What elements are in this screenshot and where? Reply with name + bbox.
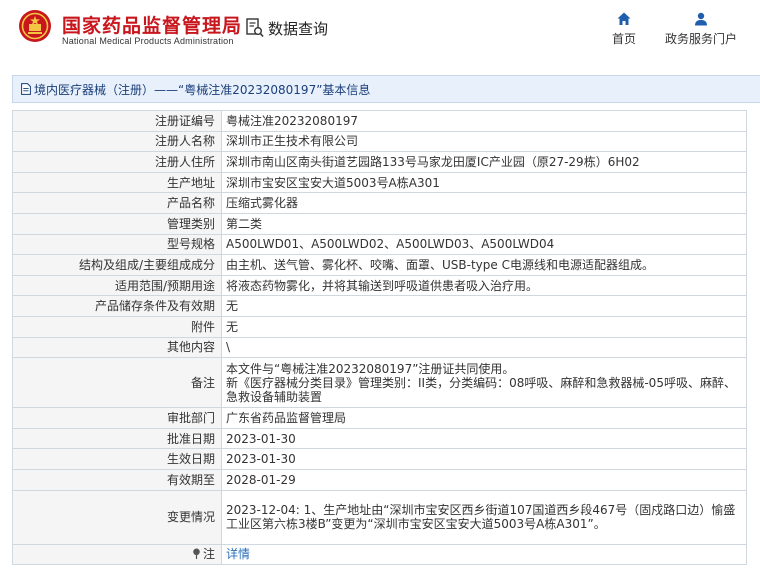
remark-line: 急救设备辅助装置 xyxy=(226,389,323,404)
table-row-remark: 备注 本文件与“粤械注准20232080197”注册证共同使用。 新《医疗器械分… xyxy=(12,357,747,409)
table-row: 生效日期 2023-01-30 xyxy=(12,448,747,470)
field-value: 深圳市宝安区宝安大道5003号A栋A301 xyxy=(221,171,747,194)
table-row: 管理类别 第二类 xyxy=(12,212,747,235)
nav-home-label: 首页 xyxy=(611,32,636,46)
remark-line: 新《医疗器械分类目录》管理类别：II类，分类编码：08呼吸、麻醉和急救器械-05… xyxy=(226,375,736,390)
note-label: 注 xyxy=(202,547,215,562)
table-row: 审批部门 广东省药品监督管理局 xyxy=(12,407,747,429)
field-label: 结构及组成/主要组成成分 xyxy=(12,254,222,276)
home-icon xyxy=(617,12,631,25)
field-label: 产品储存条件及有效期 xyxy=(12,295,222,317)
change-line: 工业区第六栋3楼B”变更为“深圳市宝安区宝安大道5003号A栋A301”。 xyxy=(226,517,606,531)
field-value: 压缩式雾化器 xyxy=(221,192,747,214)
nav-service-portal-label: 政务服务门户 xyxy=(664,32,737,46)
table-row: 注册人名称 深圳市正生技术有限公司 xyxy=(12,130,747,153)
field-label: 产品名称 xyxy=(12,192,222,214)
field-value: 2023-01-30 xyxy=(221,427,747,450)
document-search-icon xyxy=(246,18,264,38)
remark-value: 本文件与“粤械注准20232080197”注册证共同使用。 新《医疗器械分类目录… xyxy=(221,357,747,409)
detail-title-bar: 境内医疗器械（注册）——“粤械注准20232080197”基本信息 xyxy=(12,75,760,103)
field-value: 无 xyxy=(221,315,747,338)
field-value: 由主机、送气管、雾化杯、咬嘴、面罩、USB-type C电源线和电源适配器组成。 xyxy=(221,254,747,276)
data-query-label: 数据查询 xyxy=(268,19,329,38)
change-line: 2023-12-04: 1、生产地址由“深圳市宝安区西乡街道107国道西乡段46… xyxy=(226,503,736,517)
field-label: 备注 xyxy=(12,357,222,409)
field-label: 注册人名称 xyxy=(12,130,222,153)
field-value: 广东省药品监督管理局 xyxy=(221,407,747,429)
field-label: 生产地址 xyxy=(12,171,222,194)
field-value: 第二类 xyxy=(221,212,747,235)
field-value: 将液态药物雾化，并将其输送到呼吸道供患者吸入治疗用。 xyxy=(221,274,747,297)
field-label: 审批部门 xyxy=(12,407,222,429)
change-value: 2023-12-04: 1、生产地址由“深圳市宝安区西乡街道107国道西乡段46… xyxy=(221,489,747,545)
field-label: 注册人住所 xyxy=(12,151,222,173)
pin-icon xyxy=(193,548,200,560)
user-icon xyxy=(695,12,707,26)
field-label: 注册证编号 xyxy=(12,110,222,132)
field-value: 2028-01-29 xyxy=(221,468,747,491)
table-row: 生产地址 深圳市宝安区宝安大道5003号A栋A301 xyxy=(12,171,747,194)
field-value: \ xyxy=(221,336,747,359)
table-row: 附件 无 xyxy=(12,315,747,338)
data-query-link[interactable]: 数据查询 xyxy=(246,17,328,39)
site-header: 国家药品监督管理局 National Medical Products Admi… xyxy=(0,0,760,62)
note-label-cell: 注 xyxy=(12,543,222,566)
field-label: 附件 xyxy=(12,315,222,338)
table-row: 批准日期 2023-01-30 xyxy=(12,427,747,450)
table-row-change: 变更情况 2023-12-04: 1、生产地址由“深圳市宝安区西乡街道107国道… xyxy=(12,489,747,545)
field-label: 有效期至 xyxy=(12,468,222,491)
field-value: 粤械注准20232080197 xyxy=(221,110,747,132)
field-label: 批准日期 xyxy=(12,427,222,450)
details-link[interactable]: 详情 xyxy=(226,547,250,561)
document-icon xyxy=(21,83,31,95)
field-label: 管理类别 xyxy=(12,212,222,235)
field-value: A500LWD01、A500LWD02、A500LWD03、A500LWD04 xyxy=(221,233,747,256)
field-label: 其他内容 xyxy=(12,336,222,359)
table-row: 结构及组成/主要组成成分 由主机、送气管、雾化杯、咬嘴、面罩、USB-type … xyxy=(12,254,747,276)
table-row: 注册证编号 粤械注准20232080197 xyxy=(12,110,747,132)
field-value: 无 xyxy=(221,295,747,317)
table-row: 型号规格 A500LWD01、A500LWD02、A500LWD03、A500L… xyxy=(12,233,747,256)
table-row-note: 注 详情 xyxy=(12,543,747,566)
note-value: 详情 xyxy=(221,543,747,566)
field-label: 生效日期 xyxy=(12,448,222,470)
site-title: 国家药品监督管理局 xyxy=(62,15,243,37)
nav-home[interactable]: 首页 xyxy=(604,12,644,47)
field-label: 适用范围/预期用途 xyxy=(12,274,222,297)
site-title-english: National Medical Products Administration xyxy=(62,36,234,46)
table-row: 产品名称 压缩式雾化器 xyxy=(12,192,747,214)
registration-info-table: 注册证编号 粤械注准20232080197 注册人名称 深圳市正生技术有限公司 … xyxy=(12,110,747,566)
table-row: 有效期至 2028-01-29 xyxy=(12,468,747,491)
national-emblem-icon xyxy=(19,10,51,42)
detail-title: 境内医疗器械（注册）——“粤械注准20232080197”基本信息 xyxy=(34,82,371,97)
field-value: 深圳市正生技术有限公司 xyxy=(221,130,747,153)
table-row: 产品储存条件及有效期 无 xyxy=(12,295,747,317)
table-row: 其他内容 \ xyxy=(12,336,747,359)
table-row: 适用范围/预期用途 将液态药物雾化，并将其输送到呼吸道供患者吸入治疗用。 xyxy=(12,274,747,297)
nav-service-portal[interactable]: 政务服务门户 xyxy=(660,12,742,47)
remark-line: 本文件与“粤械注准20232080197”注册证共同使用。 xyxy=(226,361,515,376)
table-row: 注册人住所 深圳市南山区南头街道艺园路133号马家龙田厦IC产业园（原27-29… xyxy=(12,151,747,173)
field-label: 变更情况 xyxy=(12,489,222,545)
field-value: 2023-01-30 xyxy=(221,448,747,470)
field-label: 型号规格 xyxy=(12,233,222,256)
field-value: 深圳市南山区南头街道艺园路133号马家龙田厦IC产业园（原27-29栋）6H02 xyxy=(221,151,747,173)
